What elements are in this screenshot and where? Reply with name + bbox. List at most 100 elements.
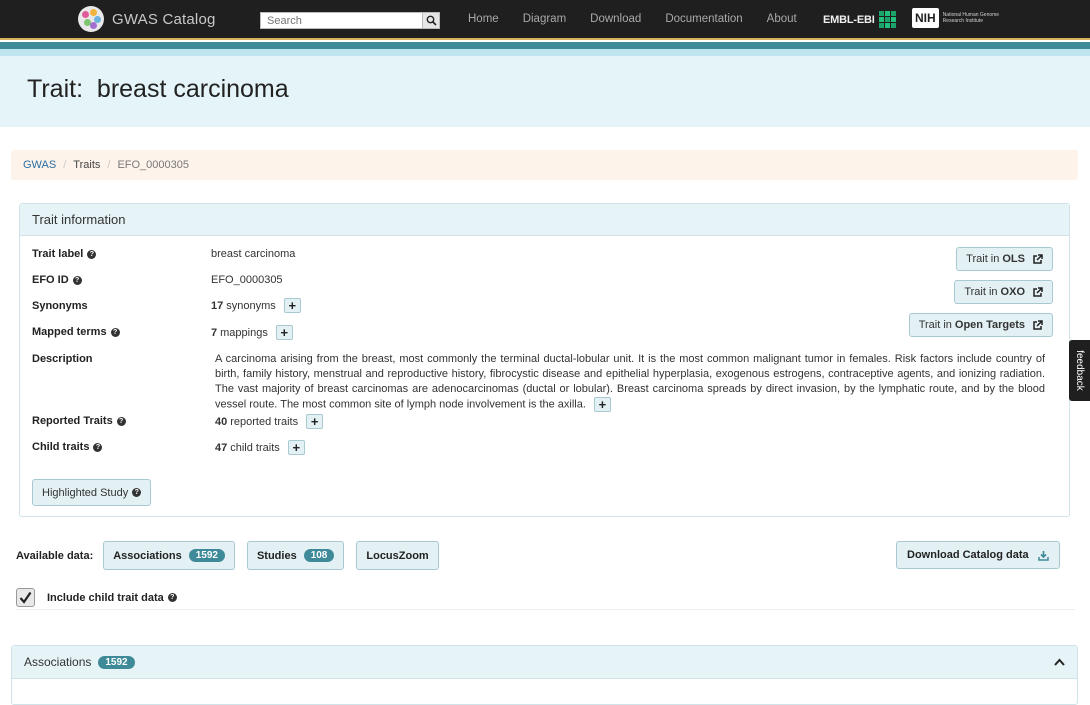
label-text: Trait label	[32, 248, 84, 260]
reported-traits-value: 40 reported traits +	[215, 414, 324, 429]
embl-ebi-text: EMBL-EBI	[823, 14, 875, 26]
nih-box: NIH	[912, 8, 939, 28]
available-data-label: Available data:	[16, 549, 94, 562]
button-label: LocusZoom	[366, 549, 429, 562]
button-prefix: Trait in	[964, 286, 998, 298]
trait-in-ols-button[interactable]: Trait in OLS	[956, 247, 1053, 271]
child-traits-label: Child traits ?	[32, 441, 103, 453]
include-child-row: Include child trait data ?	[16, 586, 1075, 610]
mapped-terms-label: Mapped terms ?	[32, 326, 120, 338]
associations-panel: Associations 1592	[11, 645, 1078, 705]
label-text: Include child trait data	[47, 591, 164, 604]
synonyms-text: synonyms	[226, 299, 276, 312]
reported-traits-label: Reported Traits ?	[32, 415, 126, 427]
button-label: OLS	[1002, 253, 1025, 265]
description-label: Description	[32, 353, 93, 365]
page-header: Trait: breast carcinoma	[0, 56, 1090, 127]
brand-link[interactable]: GWAS Catalog	[78, 6, 216, 32]
expand-synonyms-button[interactable]: +	[283, 298, 301, 313]
synonyms-value: 17 synonyms +	[211, 298, 301, 313]
reported-count: 40	[215, 415, 228, 428]
studies-button[interactable]: Studies 108	[246, 541, 345, 570]
nih-logo[interactable]: NIH National Human Genome Research Insti…	[912, 8, 1001, 28]
help-icon[interactable]: ?	[72, 275, 82, 285]
help-icon[interactable]: ?	[116, 416, 126, 426]
gwas-logo-icon	[78, 6, 104, 32]
expand-reported-traits-button[interactable]: +	[306, 414, 324, 429]
expand-mappings-button[interactable]: +	[275, 325, 293, 340]
label-text: EFO ID	[32, 274, 69, 286]
checkmark-icon	[19, 591, 32, 604]
embl-ebi-logo[interactable]: EMBL-EBI	[823, 10, 897, 30]
breadcrumb-separator: /	[107, 159, 111, 171]
child-text: child traits	[230, 441, 280, 454]
feedback-label: feedback	[1074, 350, 1085, 391]
help-icon[interactable]: ?	[167, 593, 177, 602]
nav-documentation[interactable]: Documentation	[653, 13, 754, 25]
available-data-bar: Available data: Associations 1592 Studie…	[16, 541, 451, 570]
locuszoom-button[interactable]: LocusZoom	[356, 541, 439, 570]
label-text: Reported Traits	[32, 415, 113, 427]
button-label: Open Targets	[954, 319, 1025, 331]
button-label: Studies	[256, 549, 297, 562]
help-icon[interactable]: ?	[110, 327, 120, 337]
help-icon[interactable]: ?	[87, 249, 97, 259]
description-text: A carcinoma arising from the breast, mos…	[215, 353, 1045, 411]
breadcrumb-current: EFO_0000305	[117, 159, 189, 171]
mapped-terms-value: 7 mappings +	[211, 325, 293, 340]
include-child-label: Include child trait data ?	[47, 592, 177, 604]
associations-button[interactable]: Associations 1592	[103, 541, 235, 570]
button-label: Download Catalog data	[907, 549, 1029, 561]
expand-child-traits-button[interactable]: +	[287, 440, 305, 455]
breadcrumb: GWAS / Traits / EFO_0000305	[11, 150, 1078, 180]
feedback-tab[interactable]: feedback	[1069, 340, 1090, 401]
associations-panel-heading[interactable]: Associations 1592	[12, 646, 1077, 679]
nav-about[interactable]: About	[755, 13, 809, 25]
label-text: Description	[32, 353, 93, 365]
trait-label-label: Trait label ?	[32, 248, 97, 260]
search-form	[260, 12, 440, 29]
include-child-checkbox[interactable]	[16, 588, 35, 607]
trait-information-panel: Trait information Trait label ? breast c…	[19, 203, 1070, 517]
synonyms-label: Synonyms	[32, 300, 88, 312]
help-icon: ?	[132, 488, 142, 497]
search-icon	[426, 15, 437, 26]
count-badge: 108	[303, 549, 335, 562]
search-input[interactable]	[260, 12, 423, 29]
chevron-up-icon[interactable]	[1054, 658, 1065, 666]
external-link-icon	[1033, 319, 1043, 330]
reported-text: reported traits	[230, 415, 299, 428]
breadcrumb-gwas[interactable]: GWAS	[23, 159, 56, 171]
teal-band	[0, 42, 1090, 49]
efo-id-label: EFO ID ?	[32, 274, 82, 286]
trait-in-open-targets-button[interactable]: Trait in Open Targets	[908, 313, 1053, 337]
button-label: Highlighted Study	[42, 486, 129, 499]
expand-description-button[interactable]: +	[593, 397, 611, 412]
child-traits-value: 47 child traits +	[215, 440, 305, 455]
light-band	[0, 49, 1090, 56]
breadcrumb-traits: Traits	[73, 159, 101, 171]
nih-subtitle: National Human Genome Research Institute	[942, 12, 1000, 24]
search-button[interactable]	[423, 12, 440, 29]
top-navbar: GWAS Catalog Home Diagram Download Docum…	[0, 0, 1090, 40]
panel-title: Associations	[24, 655, 92, 669]
nav-diagram[interactable]: Diagram	[511, 13, 578, 25]
download-catalog-data-button[interactable]: Download Catalog data	[896, 541, 1060, 569]
mappings-count: 7	[211, 326, 218, 339]
synonyms-count: 17	[211, 299, 224, 312]
embl-ebi-mark-icon	[878, 11, 896, 28]
trait-label-value: breast carcinoma	[211, 248, 296, 260]
nav-home[interactable]: Home	[456, 13, 511, 25]
help-icon[interactable]: ?	[93, 442, 103, 452]
highlighted-study-button[interactable]: Highlighted Study ?	[32, 479, 152, 506]
brand-title: GWAS Catalog	[112, 10, 216, 28]
button-label: Associations	[113, 549, 182, 562]
label-text: Synonyms	[32, 300, 88, 312]
button-prefix: Trait in	[966, 253, 1000, 265]
trait-in-oxo-button[interactable]: Trait in OXO	[954, 280, 1053, 304]
nav-download[interactable]: Download	[578, 13, 653, 25]
label-text: Child traits	[32, 441, 90, 453]
mappings-text: mappings	[220, 326, 268, 339]
label-text: Mapped terms	[32, 326, 107, 338]
external-link-icon	[1033, 286, 1043, 297]
